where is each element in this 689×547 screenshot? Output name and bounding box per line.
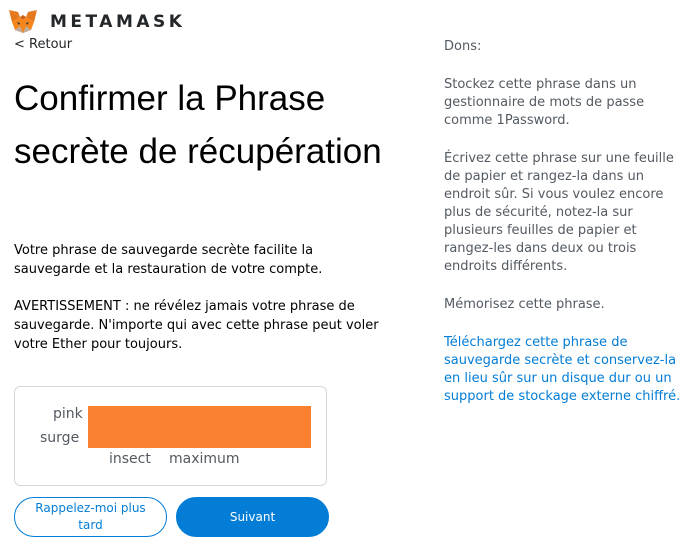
phrase-word: pink [53,406,83,422]
tip-item: Stockez cette phrase dans un gestionnair… [444,77,645,128]
description-text: Votre phrase de sauvegarde secrète facil… [14,243,323,277]
header: METAMASK [8,8,185,36]
back-link[interactable]: < Retour [14,37,72,52]
phrase-word: insect [109,451,151,467]
phrase-word: maximum [169,451,240,467]
page-title: Confirmer la Phrase secrète de récupérat… [14,79,382,171]
tips-title: Dons: [444,39,482,54]
tips-panel: Dons: Stockez cette phrase dans un gesti… [444,38,684,426]
secret-phrase-box: pink surge insect maximum [14,386,327,486]
metamask-fox-icon [9,10,37,33]
warning-text: AVERTISSEMENT : ne révélez jamais votre … [14,299,379,352]
metamask-wordmark: METAMASK [50,12,186,32]
remind-later-button[interactable]: Rappelez-moi plus tard [14,497,167,537]
redaction-block [88,406,311,448]
next-button[interactable]: Suivant [176,497,329,537]
download-phrase-link[interactable]: Téléchargez cette phrase de sauvegarde s… [444,334,684,406]
phrase-word: surge [40,430,80,446]
tip-item: Écrivez cette phrase sur une feuille de … [444,151,674,274]
tip-item: Mémorisez cette phrase. [444,297,605,312]
